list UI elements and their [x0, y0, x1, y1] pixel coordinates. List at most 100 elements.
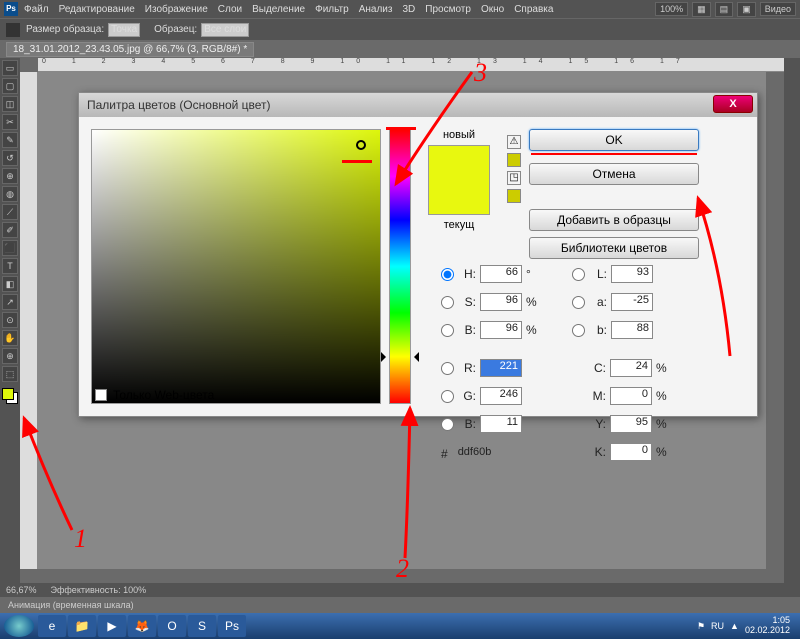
- radio-l[interactable]: [572, 268, 585, 281]
- h-input[interactable]: 66: [480, 265, 522, 283]
- taskbar-firefox-icon[interactable]: 🦊: [128, 615, 156, 637]
- workspace-video[interactable]: Видео: [760, 2, 796, 16]
- tool-eyedropper[interactable]: ✎: [2, 132, 18, 148]
- radio-a[interactable]: [572, 296, 585, 309]
- tool-blur[interactable]: ⬛: [2, 240, 18, 256]
- tool-crop[interactable]: ✂: [2, 114, 18, 130]
- menu-3d[interactable]: 3D: [402, 4, 415, 15]
- menu-window[interactable]: Окно: [481, 4, 504, 15]
- tool-stamp[interactable]: ◍: [2, 186, 18, 202]
- tool-marquee[interactable]: ▢: [2, 78, 18, 94]
- tool-gradient[interactable]: ✐: [2, 222, 18, 238]
- hex-input[interactable]: ddf60b: [454, 445, 516, 463]
- view-doc-icon[interactable]: ▤: [715, 2, 734, 17]
- l-input[interactable]: 93: [611, 265, 653, 283]
- hue-slider-arrow-icon[interactable]: [381, 352, 391, 362]
- close-button[interactable]: X: [713, 95, 753, 113]
- sample-size-select[interactable]: Точка: [108, 23, 140, 37]
- tool-shape[interactable]: ⊙: [2, 312, 18, 328]
- dialog-titlebar[interactable]: Палитра цветов (Основной цвет) X: [79, 93, 757, 117]
- status-zoom[interactable]: 66,67%: [6, 585, 37, 595]
- lab-b-input[interactable]: 88: [611, 321, 653, 339]
- radio-r[interactable]: [441, 362, 454, 375]
- current-color-swatch[interactable]: [429, 180, 489, 214]
- taskbar-skype-icon[interactable]: S: [188, 615, 216, 637]
- menu-image[interactable]: Изображение: [145, 4, 208, 15]
- foreground-color-swatch[interactable]: [2, 388, 14, 400]
- tray-date: 02.02.2012: [745, 626, 790, 636]
- taskbar-explorer-icon[interactable]: 📁: [68, 615, 96, 637]
- tool-type[interactable]: T: [2, 258, 18, 274]
- b-input[interactable]: 96: [480, 321, 522, 339]
- lab-b-label: b:: [591, 323, 607, 337]
- radio-h[interactable]: [441, 268, 454, 281]
- g-input[interactable]: 246: [480, 387, 522, 405]
- ruler-horizontal: 0 1 2 3 4 5 6 7 8 9 10 11 12 13 14 15 16…: [38, 58, 784, 72]
- taskbar-photoshop-icon[interactable]: Ps: [218, 615, 246, 637]
- menu-view[interactable]: Просмотр: [425, 4, 471, 15]
- menu-edit[interactable]: Редактирование: [59, 4, 135, 15]
- tray-flag-icon[interactable]: ⚑: [697, 621, 705, 632]
- menu-layers[interactable]: Слои: [218, 4, 242, 15]
- taskbar-opera-icon[interactable]: O: [158, 615, 186, 637]
- g-label: G:: [460, 389, 476, 403]
- websafe-warning-icon[interactable]: ◳: [507, 171, 521, 185]
- tool-move[interactable]: ▭: [2, 60, 18, 76]
- ok-button[interactable]: OK: [529, 129, 699, 151]
- tool-lasso[interactable]: ◫: [2, 96, 18, 112]
- y-input[interactable]: 95: [610, 415, 652, 433]
- screen-mode-icon[interactable]: ▣: [737, 2, 756, 17]
- c-input[interactable]: 24: [610, 359, 652, 377]
- menu-select[interactable]: Выделение: [252, 4, 305, 15]
- saturation-value-picker[interactable]: [91, 129, 381, 404]
- radio-b[interactable]: [441, 324, 454, 337]
- color-libraries-button[interactable]: Библиотеки цветов: [529, 237, 699, 259]
- tool-eraser[interactable]: ⟋: [2, 204, 18, 220]
- view-grid-icon[interactable]: ▦: [692, 2, 711, 17]
- tool-hand[interactable]: ✋: [2, 330, 18, 346]
- r-input[interactable]: 221: [480, 359, 522, 377]
- a-input[interactable]: -25: [611, 293, 653, 311]
- start-button[interactable]: [4, 615, 34, 637]
- animation-panel-tab[interactable]: Анимация (временная шкала): [0, 597, 800, 613]
- s-input[interactable]: 96: [480, 293, 522, 311]
- k-input[interactable]: 0: [610, 443, 652, 461]
- radio-lab-b[interactable]: [572, 324, 585, 337]
- status-efficiency: Эффективность: 100%: [51, 585, 147, 595]
- menu-help[interactable]: Справка: [514, 4, 553, 15]
- document-tab[interactable]: 18_31.01.2012_23.43.05.jpg @ 66,7% (3, R…: [6, 42, 254, 57]
- web-colors-label: Только Web-цвета: [113, 388, 214, 402]
- tool-3d[interactable]: ⬚: [2, 366, 18, 382]
- websafe-swatch[interactable]: [507, 189, 521, 203]
- tool-zoom[interactable]: ⊕: [2, 348, 18, 364]
- sample-layers-select[interactable]: Все слои: [201, 23, 249, 37]
- taskbar-ie-icon[interactable]: e: [38, 615, 66, 637]
- zoom-select[interactable]: 100%: [655, 2, 688, 16]
- bl-input[interactable]: 11: [480, 415, 522, 433]
- menu-analysis[interactable]: Анализ: [359, 4, 393, 15]
- tray-clock[interactable]: 1:05 02.02.2012: [745, 616, 790, 636]
- tray-up-icon[interactable]: ▲: [730, 621, 739, 631]
- menu-filter[interactable]: Фильтр: [315, 4, 349, 15]
- radio-bl[interactable]: [441, 418, 454, 431]
- b-unit: %: [526, 323, 540, 337]
- gamut-warning-icon[interactable]: ⚠: [507, 135, 521, 149]
- taskbar-media-icon[interactable]: ▶: [98, 615, 126, 637]
- a-label: a:: [591, 295, 607, 309]
- tool-pen[interactable]: ◧: [2, 276, 18, 292]
- radio-g[interactable]: [441, 390, 454, 403]
- tool-heal[interactable]: ↺: [2, 150, 18, 166]
- gamut-swatch[interactable]: [507, 153, 521, 167]
- cancel-button[interactable]: Отмена: [529, 163, 699, 185]
- add-swatch-button[interactable]: Добавить в образцы: [529, 209, 699, 231]
- web-colors-checkbox[interactable]: [95, 389, 107, 401]
- tool-path[interactable]: ↗: [2, 294, 18, 310]
- tray-lang[interactable]: RU: [711, 621, 724, 631]
- hue-slider[interactable]: [389, 129, 411, 404]
- menu-file[interactable]: Файл: [24, 4, 49, 15]
- m-input[interactable]: 0: [610, 387, 652, 405]
- tool-brush[interactable]: ⊕: [2, 168, 18, 184]
- foreground-background-swatch[interactable]: [2, 388, 18, 404]
- hue-slider-arrow-icon[interactable]: [409, 352, 419, 362]
- radio-s[interactable]: [441, 296, 454, 309]
